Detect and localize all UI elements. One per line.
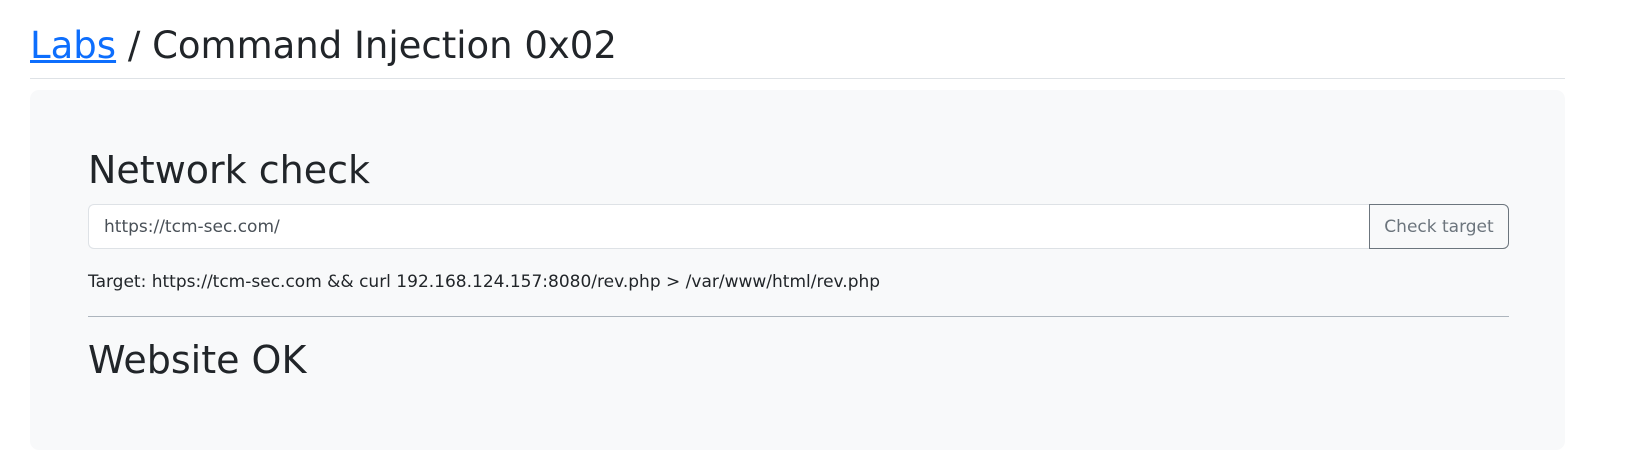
target-label: Target:: [88, 272, 152, 292]
check-target-button[interactable]: Check target: [1369, 204, 1509, 249]
target-output: Target: https://tcm-sec.com && curl 192.…: [88, 270, 880, 294]
network-check-panel: Network check Check target Target: https…: [30, 90, 1565, 450]
panel-title: Network check: [88, 148, 370, 192]
page-title: Command Injection 0x02: [152, 24, 617, 67]
breadcrumb-link-labs[interactable]: Labs: [30, 24, 116, 67]
header-divider: [30, 78, 1565, 79]
breadcrumb-separator: /: [116, 24, 153, 67]
target-input-group: Check target: [88, 204, 1509, 249]
page: Labs / Command Injection 0x02 Network ch…: [0, 0, 1635, 456]
target-url-input[interactable]: [88, 204, 1369, 249]
result-status: Website OK: [88, 338, 307, 382]
target-value: https://tcm-sec.com && curl 192.168.124.…: [151, 272, 881, 292]
breadcrumb: Labs / Command Injection 0x02: [30, 22, 617, 70]
result-divider: [88, 316, 1509, 317]
